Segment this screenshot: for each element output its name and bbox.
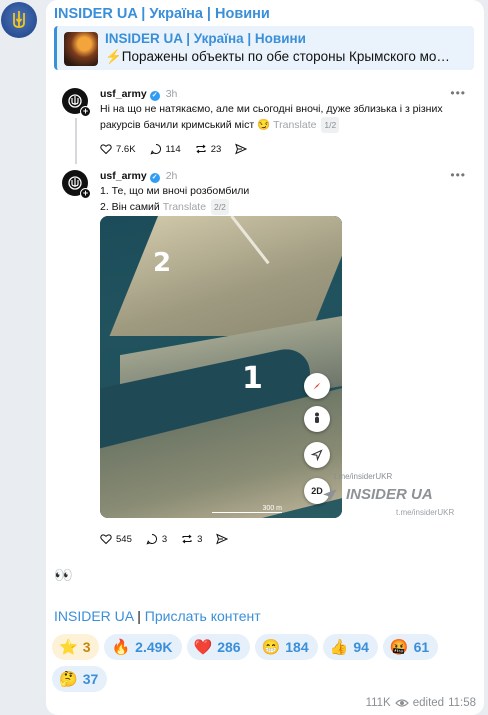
channel-name[interactable]: INSIDER UA | Україна | Новини xyxy=(54,6,270,22)
like-button[interactable]: 545 xyxy=(100,533,132,545)
trident-icon xyxy=(13,11,25,28)
eye-icon xyxy=(394,699,409,707)
message-bubble: INSIDER UA | Україна | Новини INSIDER UA… xyxy=(46,0,484,715)
grin-icon: 😁 xyxy=(261,639,281,656)
channel-avatar[interactable] xyxy=(1,2,37,38)
navigate-icon[interactable] xyxy=(304,442,330,468)
more-icon[interactable]: ••• xyxy=(450,86,466,100)
compass-icon[interactable] xyxy=(304,373,330,399)
view-count: 111K xyxy=(365,697,391,709)
post-text: 1. Те, що ми вночі розбомбили 2. Він сам… xyxy=(100,183,470,215)
reactions: ⭐ 3 🔥 2.49K ❤️ 286 😁 184 👍 94 🤬 61 🤔 37 xyxy=(52,634,472,692)
heart-icon: ❤️ xyxy=(193,639,213,656)
more-icon[interactable]: ••• xyxy=(450,168,466,182)
photo-label-1: 1 xyxy=(242,361,263,396)
reaction-angry[interactable]: 🤬 61 xyxy=(382,634,439,660)
post-time: 2h xyxy=(165,170,178,182)
post-username[interactable]: usf_army ✓ 3h xyxy=(100,88,177,101)
fire-icon: 🔥 xyxy=(111,639,131,656)
thinking-icon: 🤔 xyxy=(59,671,78,688)
edited-label: edited xyxy=(412,697,445,709)
usf-logo-icon xyxy=(68,94,82,108)
send-icon xyxy=(235,143,248,155)
watermark-url-top: t.me/insiderUKR xyxy=(334,472,393,481)
thumbs-up-icon: 👍 xyxy=(329,639,349,656)
post-line-2: 2. Він самий xyxy=(100,201,160,213)
scale-bar: 300 m xyxy=(212,505,282,513)
footer-links: INSIDER UA | Прислать контент xyxy=(54,608,261,624)
reply-quote[interactable]: INSIDER UA | Україна | Новини ⚡️Поражены… xyxy=(54,26,474,70)
send-icon xyxy=(216,533,229,545)
reaction-thinking[interactable]: 🤔 37 xyxy=(52,666,108,692)
heart-icon xyxy=(100,144,112,155)
post-avatar[interactable]: + xyxy=(62,88,91,117)
comment-icon xyxy=(146,533,157,545)
like-button[interactable]: 7.6K xyxy=(100,143,136,155)
follow-plus-icon[interactable]: + xyxy=(80,188,91,199)
footer-link-submit[interactable]: Прислать контент xyxy=(145,608,261,624)
comment-button[interactable]: 114 xyxy=(150,143,181,155)
threads-post-1: + usf_army ✓ 3h ••• Ні на що не натякаємо,… xyxy=(54,86,476,166)
footer-separator: | xyxy=(137,608,141,624)
comment-icon xyxy=(150,143,161,155)
post-username[interactable]: usf_army ✓ 2h xyxy=(100,170,177,183)
thread-line xyxy=(75,118,77,164)
follow-plus-icon[interactable]: + xyxy=(80,106,91,117)
comment-button[interactable]: 3 xyxy=(146,533,167,545)
photo-label-2: 2 xyxy=(153,248,172,278)
post-time: 3h xyxy=(165,88,178,100)
star-icon: ⭐ xyxy=(59,639,78,656)
page-indicator: 2/2 xyxy=(211,199,229,215)
satellite-photo[interactable]: 2 1 2D 300 m xyxy=(100,216,342,518)
repost-icon xyxy=(182,534,192,544)
post-avatar[interactable]: + xyxy=(62,170,91,199)
reply-text: ⚡️Поражены объекты по обе стороны Крымск… xyxy=(105,49,450,64)
watermark-url-bottom: t.me/insiderUKR xyxy=(396,508,455,517)
reaction-heart[interactable]: ❤️ 286 xyxy=(186,634,250,660)
eyes-emoji: 👀 xyxy=(54,567,73,584)
translate-link[interactable]: Translate xyxy=(163,201,206,213)
share-button[interactable] xyxy=(235,143,248,155)
reaction-star[interactable]: ⭐ 3 xyxy=(52,634,100,660)
heart-icon xyxy=(100,534,112,545)
pegman-icon[interactable] xyxy=(304,406,330,432)
message-time: 11:58 xyxy=(448,697,476,709)
reaction-thumbs-up[interactable]: 👍 94 xyxy=(322,634,378,660)
footer-link-channel[interactable]: INSIDER UA xyxy=(54,608,133,624)
post-line-1: 1. Те, що ми вночі розбомбили xyxy=(100,185,250,197)
message-meta: 111K edited 11:58 xyxy=(366,697,476,709)
reaction-fire[interactable]: 🔥 2.49K xyxy=(104,634,182,660)
page-indicator: 1/2 xyxy=(321,117,340,133)
repost-button[interactable]: 3 xyxy=(181,533,202,545)
send-arrow-icon xyxy=(323,488,337,501)
watermark-logo: INSIDER UA xyxy=(322,486,433,503)
post-actions: 545 3 3 xyxy=(100,533,229,545)
post-actions: 7.6K 114 23 xyxy=(100,143,248,155)
verified-icon: ✓ xyxy=(149,173,160,183)
translate-link[interactable]: Translate xyxy=(273,119,316,131)
reaction-grin[interactable]: 😁 184 xyxy=(254,634,318,660)
repost-icon xyxy=(196,144,206,154)
share-button[interactable] xyxy=(216,533,229,545)
verified-icon: ✓ xyxy=(149,91,160,101)
repost-button[interactable]: 23 xyxy=(195,143,221,155)
post-text: Ні на що не натякаємо, але ми сьогодні в… xyxy=(100,103,443,133)
reply-thumbnail xyxy=(64,32,98,66)
usf-logo-icon xyxy=(68,176,82,190)
reply-title: INSIDER UA | Україна | Новини xyxy=(105,31,306,46)
angry-icon: 🤬 xyxy=(389,639,409,656)
